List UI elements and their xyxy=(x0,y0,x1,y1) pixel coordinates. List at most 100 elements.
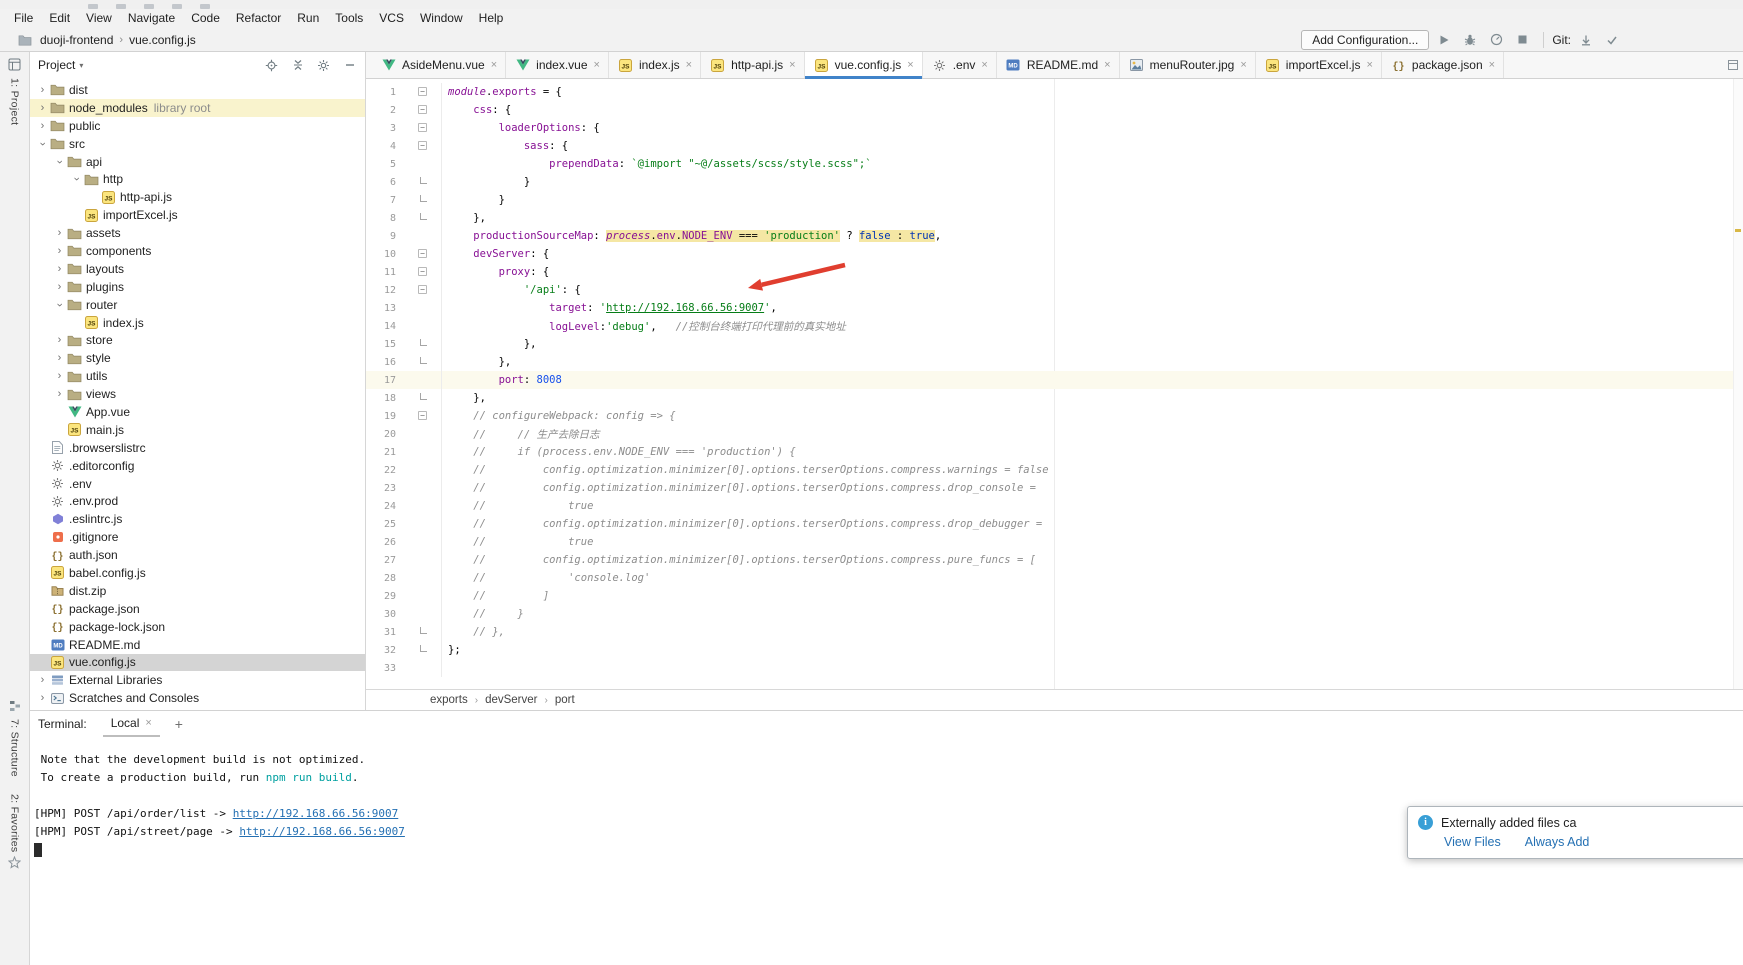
tool-window-button-project[interactable]: 1: Project xyxy=(0,58,29,125)
fold-end-marker[interactable] xyxy=(420,627,427,634)
editor-tab[interactable]: JSindex.js× xyxy=(609,52,701,78)
error-stripe[interactable] xyxy=(1733,79,1743,689)
chevron-down-icon[interactable]: › xyxy=(54,155,66,168)
tree-item[interactable]: ›style xyxy=(30,349,365,367)
close-icon[interactable]: × xyxy=(686,59,692,71)
fold-marker[interactable]: − xyxy=(418,123,427,132)
chevron-right-icon[interactable]: › xyxy=(53,227,66,239)
fold-end-marker[interactable] xyxy=(420,393,427,400)
tree-item[interactable]: JSmain.js xyxy=(30,421,365,439)
menu-item-window[interactable]: Window xyxy=(412,9,471,28)
editor-tab[interactable]: .env× xyxy=(923,52,997,78)
close-icon[interactable]: × xyxy=(1366,59,1372,71)
tree-item[interactable]: MDREADME.md xyxy=(30,636,365,654)
tree-item[interactable]: ›plugins xyxy=(30,278,365,296)
tree-item[interactable]: {}package.json xyxy=(30,600,365,618)
run-icon[interactable] xyxy=(1433,31,1455,49)
tree-item[interactable]: JSvue.config.js xyxy=(30,654,365,672)
collapse-all-icon[interactable] xyxy=(290,58,305,73)
chevron-right-icon[interactable]: › xyxy=(53,352,66,364)
menu-item-edit[interactable]: Edit xyxy=(41,9,78,28)
chevron-right-icon[interactable]: › xyxy=(36,84,49,96)
chevron-right-icon[interactable]: › xyxy=(53,245,66,257)
tree-item[interactable]: ›assets xyxy=(30,224,365,242)
fold-marker[interactable]: − xyxy=(418,285,427,294)
hide-panel-icon[interactable] xyxy=(342,58,357,73)
git-widget-label[interactable]: Git: xyxy=(1552,33,1571,47)
menu-item-view[interactable]: View xyxy=(78,9,120,28)
always-add-link[interactable]: Always Add xyxy=(1525,835,1590,849)
editor-breadcrumb-item[interactable]: exports xyxy=(430,694,468,706)
menu-item-navigate[interactable]: Navigate xyxy=(120,9,183,28)
tree-item[interactable]: ›api xyxy=(30,153,365,171)
tree-item[interactable]: .env xyxy=(30,475,365,493)
close-icon[interactable]: × xyxy=(1489,59,1495,71)
add-terminal-icon[interactable]: + xyxy=(170,716,188,732)
add-configuration-button[interactable]: Add Configuration... xyxy=(1301,30,1429,50)
fold-end-marker[interactable] xyxy=(420,339,427,346)
editor-tab[interactable]: MDREADME.md× xyxy=(997,52,1120,78)
editor-tab[interactable]: JSvue.config.js× xyxy=(805,52,923,78)
fold-marker[interactable]: − xyxy=(418,141,427,150)
terminal-tab-local[interactable]: Local × xyxy=(103,711,160,737)
close-icon[interactable]: × xyxy=(491,59,497,71)
chevron-right-icon[interactable]: › xyxy=(36,692,49,704)
fold-end-marker[interactable] xyxy=(420,645,427,652)
chevron-down-icon[interactable]: › xyxy=(71,173,83,186)
tree-item[interactable]: JShttp-api.js xyxy=(30,188,365,206)
tree-item[interactable]: ›http xyxy=(30,170,365,188)
fold-marker[interactable]: − xyxy=(418,105,427,114)
editor-tab[interactable]: JShttp-api.js× xyxy=(701,52,804,78)
tree-item[interactable]: ›views xyxy=(30,385,365,403)
profiler-icon[interactable] xyxy=(1485,31,1507,49)
chevron-right-icon[interactable]: › xyxy=(36,102,49,114)
vcs-update-icon[interactable] xyxy=(1575,31,1597,49)
fold-end-marker[interactable] xyxy=(420,177,427,184)
chevron-right-icon[interactable]: › xyxy=(36,120,49,132)
editor-tab[interactable]: AsideMenu.vue× xyxy=(372,52,506,78)
project-panel-title[interactable]: Project xyxy=(38,58,75,72)
tree-item[interactable]: ›router xyxy=(30,296,365,314)
editor-breadcrumb-item[interactable]: port xyxy=(555,694,575,706)
vcs-commit-icon[interactable] xyxy=(1601,31,1623,49)
tree-item[interactable]: App.vue xyxy=(30,403,365,421)
fold-marker[interactable]: − xyxy=(418,411,427,420)
tree-item[interactable]: ›node_moduleslibrary root xyxy=(30,99,365,117)
fold-end-marker[interactable] xyxy=(420,195,427,202)
tree-item[interactable]: JSimportExcel.js xyxy=(30,206,365,224)
warning-stripe-mark[interactable] xyxy=(1735,229,1741,232)
tree-item[interactable]: .browserslistrc xyxy=(30,439,365,457)
tree-item[interactable]: JSindex.js xyxy=(30,314,365,332)
tree-item[interactable]: ›store xyxy=(30,331,365,349)
fold-end-marker[interactable] xyxy=(420,213,427,220)
breadcrumb-project[interactable]: duoji-frontend xyxy=(40,33,113,47)
fold-marker[interactable]: − xyxy=(418,267,427,276)
chevron-right-icon[interactable]: › xyxy=(36,674,49,686)
editor-tab[interactable]: menuRouter.jpg× xyxy=(1120,52,1256,78)
debug-icon[interactable] xyxy=(1459,31,1481,49)
menu-item-help[interactable]: Help xyxy=(471,9,512,28)
tree-item[interactable]: ›layouts xyxy=(30,260,365,278)
tool-window-button-favorites[interactable]: 2: Favorites xyxy=(0,794,29,872)
code-editor[interactable]: 1−module.exports = {2− css: {3− loaderOp… xyxy=(366,79,1743,689)
tree-item[interactable]: JSbabel.config.js xyxy=(30,564,365,582)
gear-icon[interactable] xyxy=(316,58,331,73)
close-icon[interactable]: × xyxy=(1104,59,1110,71)
tree-item[interactable]: ›utils xyxy=(30,367,365,385)
close-icon[interactable]: × xyxy=(145,717,151,729)
tree-item[interactable]: ›External Libraries xyxy=(30,671,365,689)
menu-item-vcs[interactable]: VCS xyxy=(371,9,412,28)
view-files-link[interactable]: View Files xyxy=(1444,835,1501,849)
chevron-down-icon[interactable]: ▾ xyxy=(79,61,83,70)
tree-item[interactable]: ›public xyxy=(30,117,365,135)
fold-marker[interactable]: − xyxy=(418,87,427,96)
editor-tab[interactable]: JSimportExcel.js× xyxy=(1256,52,1382,78)
chevron-down-icon[interactable]: › xyxy=(54,298,66,311)
terminal-link[interactable]: http://192.168.66.56:9007 xyxy=(233,807,399,820)
menu-item-refactor[interactable]: Refactor xyxy=(228,9,289,28)
close-icon[interactable]: × xyxy=(981,59,987,71)
chevron-right-icon[interactable]: › xyxy=(53,370,66,382)
fold-marker[interactable]: − xyxy=(418,249,427,258)
locate-file-icon[interactable] xyxy=(264,58,279,73)
tree-item[interactable]: ›Scratches and Consoles xyxy=(30,689,365,707)
